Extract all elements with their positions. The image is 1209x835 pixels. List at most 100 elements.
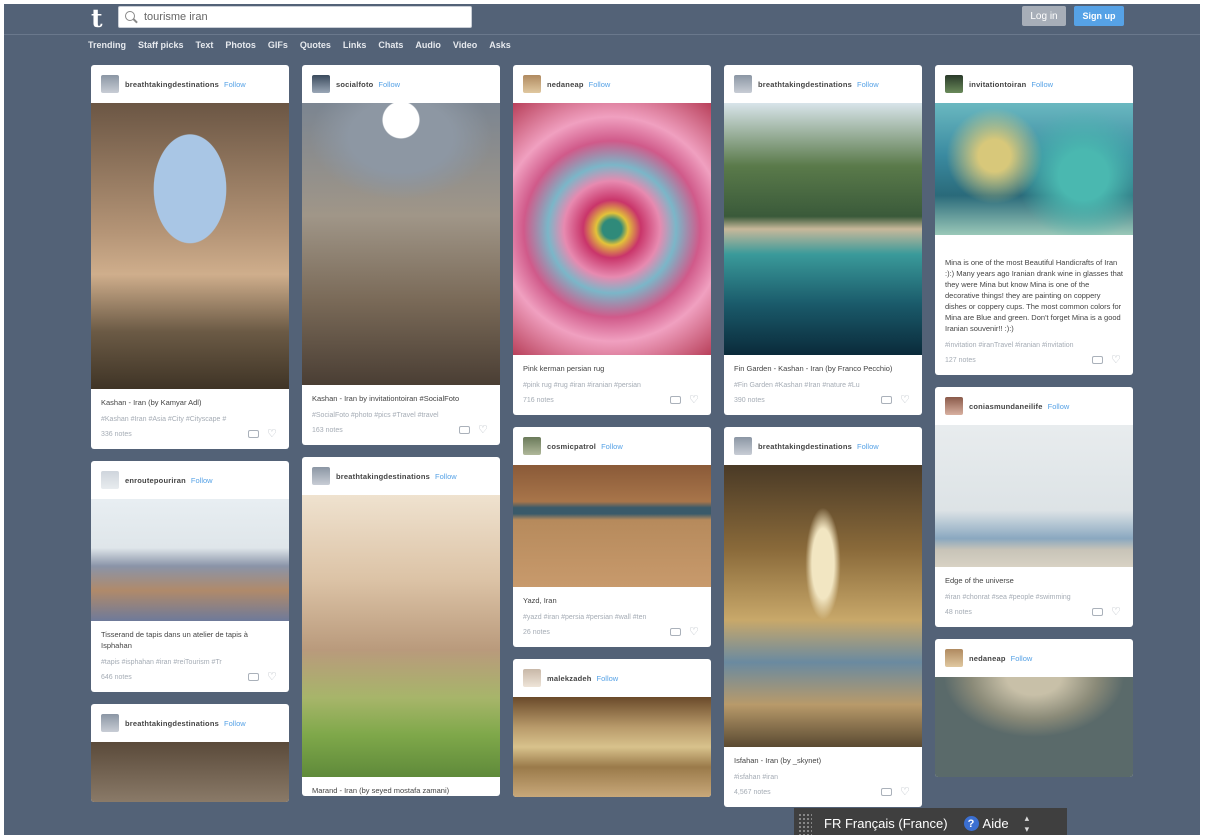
follow-link[interactable]: Follow — [1011, 654, 1033, 663]
notes-count[interactable]: 716 notes — [523, 397, 662, 404]
signup-button[interactable]: Sign up — [1074, 6, 1124, 26]
post-photo[interactable] — [724, 465, 922, 747]
nav-photos[interactable]: Photos — [225, 40, 256, 50]
like-icon[interactable]: ♡ — [1111, 355, 1123, 366]
like-icon[interactable]: ♡ — [900, 787, 912, 798]
post-photo[interactable] — [91, 103, 289, 389]
reblog-icon[interactable] — [670, 628, 681, 636]
nav-chats[interactable]: Chats — [378, 40, 403, 50]
reblog-icon[interactable] — [459, 426, 470, 434]
follow-link[interactable]: Follow — [191, 476, 213, 485]
blog-name[interactable]: malekzadeh — [547, 674, 592, 683]
post-card[interactable]: nedaneap Follow Pink kerman persian rug … — [513, 65, 711, 415]
language-label[interactable]: FR Français (France) — [824, 816, 948, 831]
post-card[interactable]: cosmicpatrol Follow Yazd, Iran #yazd #ir… — [513, 427, 711, 647]
search-bar[interactable] — [118, 6, 472, 28]
avatar[interactable] — [734, 75, 752, 93]
follow-link[interactable]: Follow — [224, 80, 246, 89]
nav-asks[interactable]: Asks — [489, 40, 511, 50]
blog-name[interactable]: socialfoto — [336, 80, 373, 89]
avatar[interactable] — [734, 437, 752, 455]
post-photo[interactable] — [724, 103, 922, 355]
post-tags[interactable]: #isfahan #iran — [724, 766, 922, 781]
drag-handle-icon[interactable] — [798, 812, 812, 835]
blog-name[interactable]: breathtakingdestinations — [758, 442, 852, 451]
reblog-icon[interactable] — [248, 673, 259, 681]
avatar[interactable] — [945, 397, 963, 415]
post-tags[interactable]: #pink rug #rug #iran #iranian #persian — [513, 374, 711, 389]
like-icon[interactable]: ♡ — [1111, 607, 1123, 618]
nav-quotes[interactable]: Quotes — [300, 40, 331, 50]
follow-link[interactable]: Follow — [601, 442, 623, 451]
follow-link[interactable]: Follow — [857, 442, 879, 451]
follow-link[interactable]: Follow — [435, 472, 457, 481]
avatar[interactable] — [945, 649, 963, 667]
notes-count[interactable]: 390 notes — [734, 397, 873, 404]
nav-video[interactable]: Video — [453, 40, 477, 50]
like-icon[interactable]: ♡ — [267, 672, 279, 683]
post-tags[interactable]: #Kashan #Iran #Asia #City #Cityscape # — [91, 408, 289, 423]
like-icon[interactable]: ♡ — [900, 395, 912, 406]
help-label[interactable]: Aide — [983, 816, 1009, 831]
follow-link[interactable]: Follow — [1031, 80, 1053, 89]
like-icon[interactable]: ♡ — [267, 429, 279, 440]
chevron-updown-icon[interactable]: ▴ ▾ — [1025, 813, 1030, 835]
nav-gifs[interactable]: GIFs — [268, 40, 288, 50]
post-card[interactable]: invitationtoiran Follow Mina is one of t… — [935, 65, 1133, 375]
login-button[interactable]: Log in — [1022, 6, 1066, 26]
follow-link[interactable]: Follow — [1048, 402, 1070, 411]
post-card[interactable]: socialfoto Follow Kashan - Iran by invit… — [302, 65, 500, 445]
nav-audio[interactable]: Audio — [415, 40, 441, 50]
nav-staff-picks[interactable]: Staff picks — [138, 40, 184, 50]
avatar[interactable] — [523, 75, 541, 93]
notes-count[interactable]: 163 notes — [312, 427, 451, 434]
blog-name[interactable]: breathtakingdestinations — [125, 719, 219, 728]
reblog-icon[interactable] — [670, 396, 681, 404]
blog-name[interactable]: breathtakingdestinations — [336, 472, 430, 481]
avatar[interactable] — [101, 471, 119, 489]
like-icon[interactable]: ♡ — [478, 425, 490, 436]
follow-link[interactable]: Follow — [857, 80, 879, 89]
follow-link[interactable]: Follow — [597, 674, 619, 683]
reblog-icon[interactable] — [248, 430, 259, 438]
post-photo[interactable] — [91, 499, 289, 621]
nav-links[interactable]: Links — [343, 40, 367, 50]
avatar[interactable] — [523, 669, 541, 687]
blog-name[interactable]: cosmicpatrol — [547, 442, 596, 451]
post-card[interactable]: breathtakingdestinations Follow — [91, 704, 289, 802]
post-photo[interactable] — [302, 103, 500, 385]
post-photo[interactable] — [513, 465, 711, 587]
nav-text[interactable]: Text — [196, 40, 214, 50]
post-card[interactable]: breathtakingdestinations Follow Marand -… — [302, 457, 500, 796]
notes-count[interactable]: 48 notes — [945, 609, 1084, 616]
blog-name[interactable]: breathtakingdestinations — [125, 80, 219, 89]
blog-name[interactable]: coniasmundaneilife — [969, 402, 1043, 411]
nav-trending[interactable]: Trending — [88, 40, 126, 50]
avatar[interactable] — [101, 714, 119, 732]
follow-link[interactable]: Follow — [589, 80, 611, 89]
like-icon[interactable]: ♡ — [689, 395, 701, 406]
blog-name[interactable]: breathtakingdestinations — [758, 80, 852, 89]
post-photo[interactable] — [302, 495, 500, 777]
avatar[interactable] — [312, 467, 330, 485]
avatar[interactable] — [523, 437, 541, 455]
blog-name[interactable]: nedaneap — [969, 654, 1006, 663]
post-tags[interactable]: #yazd #iran #persia #persian #wall #ten — [513, 606, 711, 621]
post-tags[interactable]: #SocialFoto #photo #pics #Travel #travel — [302, 404, 500, 419]
post-photo[interactable] — [935, 103, 1133, 235]
post-tags[interactable]: #Fin Garden #Kashan #Iran #nature #Lu — [724, 374, 922, 389]
reblog-icon[interactable] — [881, 396, 892, 404]
avatar[interactable] — [945, 75, 963, 93]
notes-count[interactable]: 4,567 notes — [734, 789, 873, 796]
post-tags[interactable]: #tapis #isphahan #iran #reiTourism #Tr — [91, 651, 289, 666]
blog-name[interactable]: enroutepouriran — [125, 476, 186, 485]
post-tags[interactable]: #invitation #iranTravel #iranian #invita… — [935, 334, 1133, 349]
post-card[interactable]: enroutepouriran Follow Tisserand de tapi… — [91, 461, 289, 692]
blog-name[interactable]: invitationtoiran — [969, 80, 1026, 89]
search-input[interactable] — [144, 11, 444, 23]
post-photo[interactable] — [935, 677, 1133, 777]
follow-link[interactable]: Follow — [224, 719, 246, 728]
tumblr-logo-icon[interactable]: t — [91, 6, 111, 33]
post-photo[interactable] — [935, 425, 1133, 567]
post-card[interactable]: breathtakingdestinations Follow Kashan -… — [91, 65, 289, 449]
